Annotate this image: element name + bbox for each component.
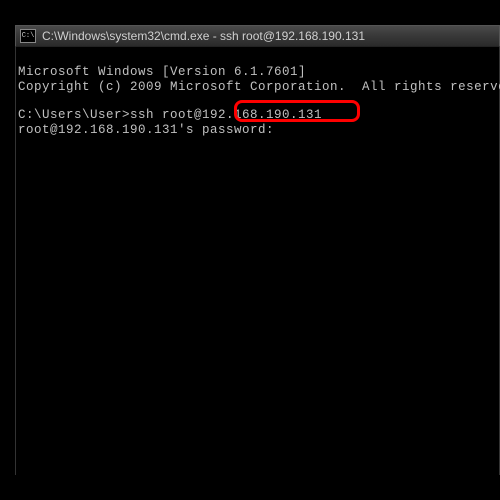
terminal-line: Copyright (c) 2009 Microsoft Corporation… xyxy=(18,80,497,94)
cmd-icon: C:\ xyxy=(20,29,36,43)
cmd-window: C:\ C:\Windows\system32\cmd.exe - ssh ro… xyxy=(15,25,500,475)
terminal-output[interactable]: Microsoft Windows [Version 6.1.7601]Copy… xyxy=(15,47,500,475)
terminal-prompt-line: C:\Users\User>ssh root@192.168.190.131 xyxy=(18,108,497,122)
window-titlebar[interactable]: C:\ C:\Windows\system32\cmd.exe - ssh ro… xyxy=(15,25,500,47)
cmd-icon-label: C:\ xyxy=(22,33,35,40)
terminal-line xyxy=(18,94,497,108)
window-title: C:\Windows\system32\cmd.exe - ssh root@1… xyxy=(42,29,365,43)
password-prompt: root@192.168.190.131's password: xyxy=(18,123,274,137)
terminal-line: Microsoft Windows [Version 6.1.7601] xyxy=(18,65,497,79)
